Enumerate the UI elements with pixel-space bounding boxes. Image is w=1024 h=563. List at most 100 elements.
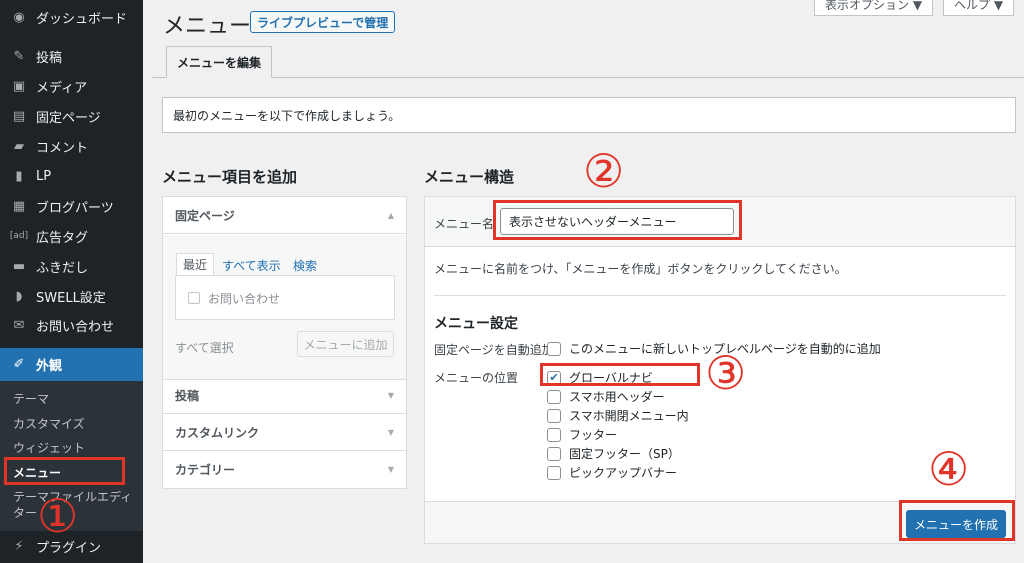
sidebar-item-label: 投稿 bbox=[36, 50, 63, 66]
annotation-1: ① bbox=[37, 489, 79, 543]
submenu-item-customize[interactable]: カスタマイズ bbox=[13, 415, 85, 432]
accordion-categories[interactable]: カテゴリー ▼ bbox=[163, 451, 406, 488]
accordion-pages[interactable]: 固定ページ ▲ bbox=[163, 197, 406, 234]
sidebar-item-label: 固定ページ bbox=[36, 110, 101, 126]
highlight-menu-name bbox=[493, 200, 742, 240]
page-icon: ▤ bbox=[12, 108, 26, 124]
sidebar-item-media[interactable]: ▣ メディア bbox=[0, 71, 143, 101]
sidebar-item-dashboard[interactable]: ◉ ダッシュボード bbox=[0, 2, 143, 32]
page-checkbox[interactable] bbox=[188, 292, 200, 304]
page-title: メニュー bbox=[163, 14, 252, 39]
checkbox[interactable] bbox=[547, 446, 561, 461]
annotation-4: ④ bbox=[928, 442, 970, 496]
sidebar-item-label: LP bbox=[36, 168, 52, 184]
accordion-label: 投稿 bbox=[175, 388, 200, 403]
location-option-pickup-banner[interactable]: ピックアップバナー bbox=[547, 464, 677, 481]
page-list: お問い合わせ bbox=[175, 275, 395, 320]
sidebar-item-label: コメント bbox=[36, 140, 89, 156]
location-option-sp-header[interactable]: スマホ用ヘッダー bbox=[547, 388, 665, 405]
sidebar-item-posts[interactable]: ✎ 投稿 bbox=[0, 41, 143, 71]
instruction-text: メニューに名前をつけ、「メニューを作成」ボタンをクリックしてください。 bbox=[434, 262, 847, 276]
dashboard-icon: ◉ bbox=[13, 9, 25, 25]
submenu-item-theme-editor-cont[interactable]: ター bbox=[13, 504, 37, 521]
accordion-custom-links[interactable]: カスタムリンク ▼ bbox=[163, 414, 406, 451]
sidebar-item-pages[interactable]: ▤ 固定ページ bbox=[0, 101, 143, 131]
mail-icon: ✉ bbox=[13, 317, 25, 333]
option-label: フッター bbox=[569, 428, 618, 442]
option-label: スマホ用ヘッダー bbox=[569, 390, 665, 404]
plugin-icon: ⚡ bbox=[14, 538, 24, 554]
sidebar-item-label: ブログパーツ bbox=[36, 200, 114, 216]
submenu-item-widgets[interactable]: ウィジェット bbox=[13, 439, 85, 456]
add-to-menu-button[interactable]: メニューに追加 bbox=[297, 331, 394, 357]
accordion-label: カテゴリー bbox=[175, 463, 236, 477]
option-label: ピックアップバナー bbox=[569, 466, 678, 480]
divider bbox=[434, 295, 1006, 296]
add-items-title: メニュー項目を追加 bbox=[162, 168, 298, 186]
chevron-down-icon: ▼ bbox=[387, 427, 394, 437]
sidebar-item-blog-parts[interactable]: ▦ ブログパーツ bbox=[0, 191, 143, 221]
tab-divider bbox=[152, 77, 1024, 78]
screen-options-button[interactable]: 表示オプション ▼ bbox=[814, 0, 934, 16]
media-icon: ▣ bbox=[12, 78, 26, 94]
sidebar-item-label: メディア bbox=[36, 80, 88, 96]
pin-icon: ✎ bbox=[13, 48, 25, 64]
document-icon: ▮ bbox=[15, 168, 23, 184]
help-button[interactable]: ヘルプ ▼ bbox=[943, 0, 1015, 16]
chevron-down-icon: ▼ bbox=[387, 390, 394, 400]
sidebar-item-label: ダッシュボード bbox=[36, 11, 128, 27]
checkbox[interactable] bbox=[547, 465, 561, 480]
accordion-posts[interactable]: 投稿 ▼ bbox=[163, 377, 406, 414]
swell-icon: ◗ bbox=[15, 288, 23, 304]
checkbox[interactable] bbox=[547, 427, 561, 442]
accordion-label: 固定ページ bbox=[175, 208, 235, 223]
blocks-icon: ▦ bbox=[12, 198, 26, 214]
sidebar-item-comments[interactable]: ▰ コメント bbox=[0, 131, 143, 161]
submenu-item-themes[interactable]: テーマ bbox=[13, 390, 49, 407]
select-all-link[interactable]: すべて選択 bbox=[175, 339, 234, 356]
comment-icon: ▰ bbox=[14, 138, 24, 154]
annotation-3: ③ bbox=[705, 346, 747, 400]
highlight-global-nav bbox=[540, 363, 700, 386]
location-option-footer[interactable]: フッター bbox=[547, 426, 617, 443]
sidebar-item-lp[interactable]: ▮ LP bbox=[0, 161, 143, 191]
option-label: 固定フッター（SP） bbox=[569, 447, 680, 461]
sidebar-item-swell-settings[interactable]: ◗ SWELL設定 bbox=[0, 281, 143, 311]
location-option-sp-drawer[interactable]: スマホ開閉メニュー内 bbox=[547, 407, 689, 424]
location-option-fixed-footer[interactable]: 固定フッター（SP） bbox=[547, 445, 680, 462]
highlight-menus-submenu bbox=[4, 457, 125, 485]
highlight-create-button bbox=[899, 500, 1015, 541]
menu-structure-title: メニュー構造 bbox=[424, 168, 515, 186]
sidebar-item-appearance[interactable]: ✐ 外観 bbox=[0, 348, 143, 381]
notice-box: 最初のメニューを以下で作成しましょう。 bbox=[162, 97, 1016, 133]
live-preview-button[interactable]: ライブプレビューで管理 bbox=[250, 11, 396, 33]
sidebar-item-label: ふきだし bbox=[36, 260, 89, 276]
annotation-2: ② bbox=[583, 144, 625, 198]
sidebar-item-contact[interactable]: ✉ お問い合わせ bbox=[0, 310, 143, 340]
sidebar-item-label: SWELL設定 bbox=[36, 290, 106, 306]
speech-bubble-icon: ▬ bbox=[12, 258, 26, 274]
tab-search[interactable]: 検索 bbox=[293, 257, 317, 274]
sidebar-item-speech-bubbles[interactable]: ▬ ふきだし bbox=[0, 251, 143, 281]
checkbox[interactable] bbox=[547, 408, 561, 423]
sidebar-item-ad-tags[interactable]: [ad] 広告タグ bbox=[0, 221, 143, 251]
location-label: メニューの位置 bbox=[434, 371, 519, 385]
ad-icon: [ad] bbox=[9, 231, 29, 241]
brush-icon: ✐ bbox=[13, 357, 25, 372]
option-label: スマホ開閉メニュー内 bbox=[569, 409, 689, 423]
page-item-label: お問い合わせ bbox=[208, 292, 281, 306]
notice-text: 最初のメニューを以下で作成しましょう。 bbox=[173, 108, 401, 123]
tab-recent[interactable]: 最近 bbox=[176, 253, 214, 275]
sidebar-item-label: お問い合わせ bbox=[36, 319, 115, 335]
auto-add-label: 固定ページを自動追加 bbox=[434, 343, 554, 357]
tab-view-all[interactable]: すべて表示 bbox=[222, 257, 281, 274]
chevron-down-icon: ▼ bbox=[387, 465, 394, 474]
checkbox[interactable] bbox=[547, 341, 561, 356]
tab-edit-menus[interactable]: メニューを編集 bbox=[166, 46, 272, 78]
checkbox[interactable] bbox=[547, 389, 561, 404]
menu-name-label: メニュー名 bbox=[434, 217, 495, 231]
accordion-label: カスタムリンク bbox=[175, 425, 260, 440]
menu-settings-title: メニュー設定 bbox=[434, 316, 518, 332]
pages-accordion-body: 最近 すべて表示 検索 お問い合わせ すべて選択 メニューに追加 bbox=[163, 235, 406, 380]
sidebar-item-label: 外観 bbox=[36, 359, 63, 374]
